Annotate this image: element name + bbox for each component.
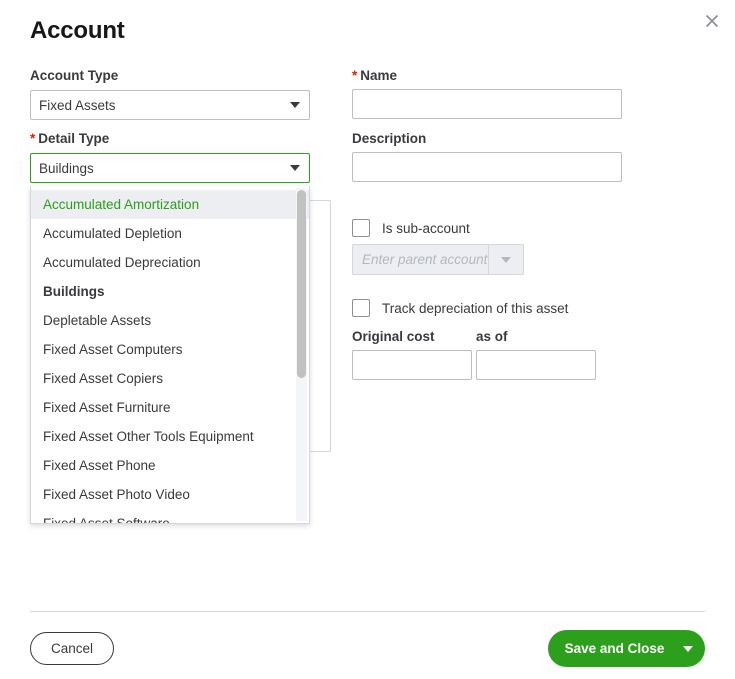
page-title: Account [30, 17, 125, 44]
dropdown-option[interactable]: Depletable Assets [31, 306, 309, 335]
required-marker: * [30, 131, 36, 146]
detail-type-label-text: Detail Type [38, 131, 110, 146]
account-dialog: Account Account Type Fixed Assets * Detai… [0, 0, 735, 679]
required-marker: * [352, 68, 358, 83]
detail-type-select[interactable]: Buildings [30, 153, 310, 183]
name-label: * Name [352, 68, 397, 84]
dropdown-option[interactable]: Accumulated Amortization [31, 190, 309, 219]
detail-type-value: Buildings [39, 160, 94, 176]
dropdown-option-list[interactable]: Accumulated Amortization Accumulated Depl… [31, 186, 309, 523]
parent-account-select[interactable]: Enter parent account [352, 244, 524, 275]
dropdown-option[interactable]: Fixed Asset Furniture [31, 393, 309, 422]
dropdown-option[interactable]: Buildings [31, 277, 309, 306]
original-cost-label: Original cost [352, 329, 435, 344]
footer-divider [30, 611, 705, 612]
detail-type-dropdown-menu[interactable]: Accumulated Amortization Accumulated Depl… [30, 186, 310, 524]
is-sub-account-label: Is sub-account [382, 220, 470, 236]
account-type-label: Account Type [30, 68, 119, 83]
chevron-down-icon [290, 102, 300, 108]
is-sub-account-checkbox[interactable] [352, 219, 370, 237]
dropdown-option[interactable]: Fixed Asset Phone [31, 451, 309, 480]
detail-type-label: * Detail Type [30, 131, 109, 147]
cancel-button[interactable]: Cancel [30, 632, 114, 665]
dropdown-option[interactable]: Accumulated Depreciation [31, 248, 309, 277]
dropdown-option[interactable]: Fixed Asset Copiers [31, 364, 309, 393]
save-and-close-button[interactable]: Save and Close [548, 630, 705, 667]
dropdown-option[interactable]: Fixed Asset Computers [31, 335, 309, 364]
track-depreciation-row: Track depreciation of this asset [352, 299, 568, 317]
dropdown-scrollbar-thumb[interactable] [297, 190, 306, 378]
dropdown-option[interactable]: Fixed Asset Photo Video [31, 480, 309, 509]
parent-account-placeholder: Enter parent account [362, 252, 488, 267]
description-label: Description [352, 131, 427, 146]
dropdown-option[interactable]: Fixed Asset Other Tools Equipment [31, 422, 309, 451]
is-sub-account-row: Is sub-account [352, 219, 470, 237]
track-depreciation-label: Track depreciation of this asset [382, 300, 569, 316]
description-input[interactable] [352, 152, 622, 182]
chevron-down-icon [501, 256, 511, 263]
original-cost-input[interactable] [352, 350, 472, 380]
dropdown-scrollbar[interactable] [296, 188, 307, 521]
close-button[interactable] [697, 6, 727, 36]
as-of-label: as of [476, 329, 508, 344]
parent-account-dropdown-button[interactable] [488, 245, 523, 274]
chevron-down-icon [683, 645, 693, 652]
name-input[interactable] [352, 89, 622, 119]
name-label-text: Name [360, 68, 398, 83]
chevron-down-icon [290, 165, 300, 171]
save-and-close-label: Save and Close [564, 641, 665, 656]
close-icon [705, 14, 719, 28]
dropdown-option[interactable]: Fixed Asset Software [31, 509, 309, 523]
save-options-dropdown-button[interactable] [671, 645, 705, 652]
as-of-input[interactable] [476, 350, 596, 380]
account-type-select[interactable]: Fixed Assets [30, 90, 310, 120]
dropdown-option[interactable]: Accumulated Depletion [31, 219, 309, 248]
account-type-value: Fixed Assets [39, 97, 116, 113]
track-depreciation-checkbox[interactable] [352, 299, 370, 317]
